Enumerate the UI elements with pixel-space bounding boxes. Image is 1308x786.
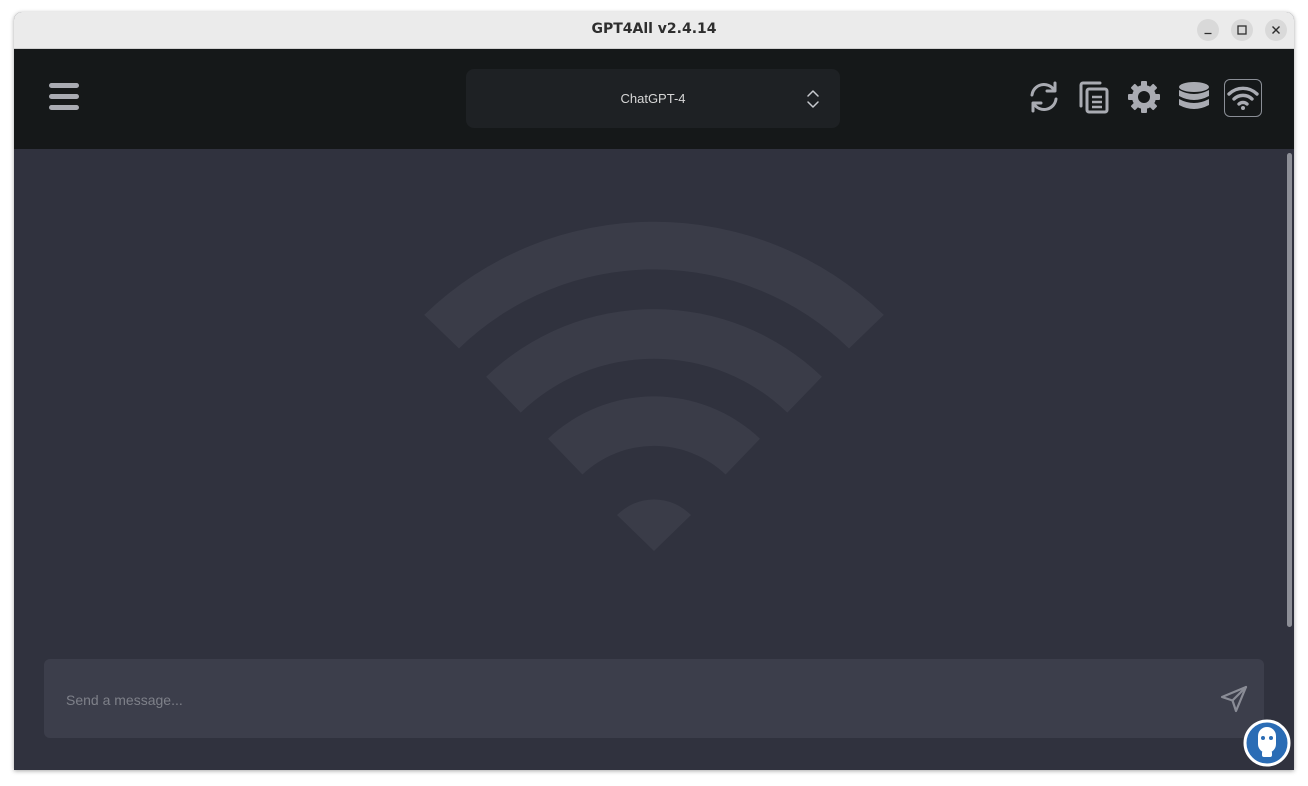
network-button[interactable] xyxy=(1224,79,1262,117)
settings-button[interactable] xyxy=(1126,79,1162,115)
menu-button[interactable] xyxy=(48,82,80,116)
maximize-button[interactable] xyxy=(1231,19,1253,41)
copy-conversation-button[interactable] xyxy=(1076,79,1112,115)
settings-icon xyxy=(1128,81,1160,113)
title-bar: GPT4All v2.4.14 xyxy=(14,12,1294,49)
network-icon xyxy=(1227,86,1259,110)
menu-icon xyxy=(49,83,79,110)
refresh-icon xyxy=(1030,81,1058,113)
close-button[interactable] xyxy=(1265,19,1287,41)
chat-area xyxy=(14,149,1294,770)
chat-scrollbar[interactable] xyxy=(1287,153,1292,627)
window-title: GPT4All v2.4.14 xyxy=(591,21,717,37)
local-docs-button[interactable] xyxy=(1176,79,1212,115)
database-icon xyxy=(1179,82,1209,109)
network-icon xyxy=(424,221,884,551)
maximize-icon xyxy=(1237,25,1247,35)
copy-icon xyxy=(1079,81,1109,114)
reset-chat-button[interactable] xyxy=(1026,79,1062,115)
watermark-logo xyxy=(1243,719,1291,767)
model-selector[interactable]: ChatGPT-4 xyxy=(466,69,840,128)
send-button[interactable] xyxy=(1218,683,1250,715)
close-icon xyxy=(1272,26,1280,34)
minimize-icon xyxy=(1204,32,1212,35)
minimize-button[interactable] xyxy=(1197,19,1219,41)
send-icon xyxy=(1220,685,1248,713)
updown-chevron-icon xyxy=(807,90,819,108)
app-window: GPT4All v2.4.14 ChatGPT-4 Send a message… xyxy=(14,12,1294,770)
app-header: ChatGPT-4 xyxy=(14,49,1294,149)
message-input[interactable] xyxy=(64,659,1198,740)
message-composer xyxy=(44,659,1264,740)
model-selector-value: ChatGPT-4 xyxy=(620,91,686,106)
